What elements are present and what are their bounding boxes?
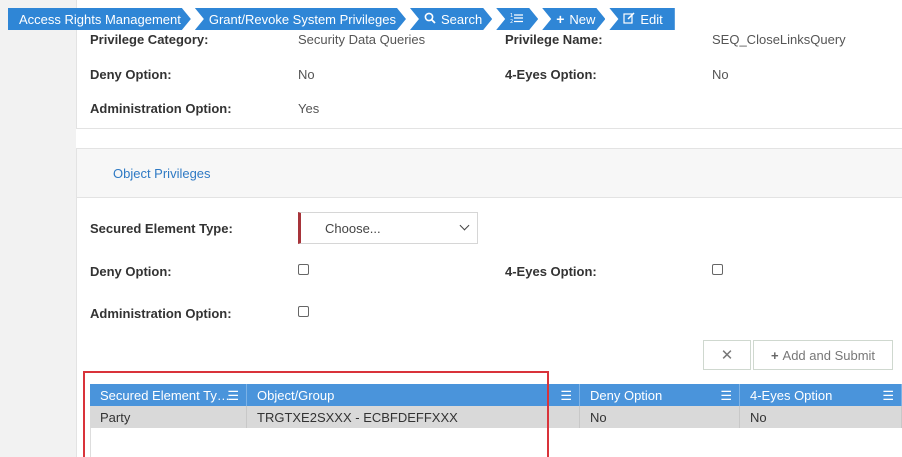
- breadcrumb-list[interactable]: 12: [496, 8, 538, 30]
- breadcrumb-new[interactable]: + New: [542, 8, 605, 30]
- table-cell: TRGTXE2SXXX - ECBFDEFFXXX: [247, 406, 580, 428]
- add-and-submit-label: Add and Submit: [782, 347, 876, 363]
- breadcrumb: Access Rights Management Grant/Revoke Sy…: [8, 8, 679, 30]
- object-privileges-title[interactable]: Object Privileges: [113, 166, 211, 181]
- four-eyes-option-checkbox[interactable]: [712, 264, 723, 275]
- panel-border: [76, 148, 77, 457]
- column-header-label: Deny Option: [590, 387, 663, 403]
- column-menu-icon[interactable]: ☰: [560, 388, 572, 404]
- table-cell: No: [580, 406, 740, 428]
- search-icon: [424, 12, 436, 27]
- privilege-category-value: Security Data Queries: [298, 32, 426, 47]
- four-eyes-option-value: No: [712, 67, 729, 82]
- table-cell: Party: [90, 406, 247, 428]
- column-header-secured-element-type[interactable]: Secured Element Ty… ☰: [90, 384, 247, 406]
- add-and-submit-button[interactable]: + Add and Submit: [753, 340, 893, 370]
- breadcrumb-label: Access Rights Management: [19, 11, 181, 27]
- breadcrumb-edit[interactable]: Edit: [609, 8, 675, 30]
- left-gutter: [0, 0, 76, 457]
- divider: [76, 128, 902, 129]
- breadcrumb-label: Grant/Revoke System Privileges: [208, 11, 396, 27]
- grid-empty-area: [90, 428, 902, 457]
- breadcrumb-label: Edit: [640, 11, 663, 27]
- column-header-four-eyes-option[interactable]: 4-Eyes Option ☰: [740, 384, 902, 406]
- secured-element-type-select[interactable]: Choose...: [298, 212, 478, 244]
- column-menu-icon[interactable]: ☰: [227, 388, 239, 404]
- privilege-name-label: Privilege Name:: [505, 32, 603, 47]
- administration-option-label: Administration Option:: [90, 101, 232, 116]
- breadcrumb-label: New: [569, 11, 596, 27]
- deny-option-checkbox[interactable]: [298, 264, 309, 275]
- svg-text:2: 2: [510, 19, 513, 24]
- column-header-object-group[interactable]: Object/Group ☰: [247, 384, 580, 406]
- privilege-category-label: Privilege Category:: [90, 32, 209, 47]
- deny-option-label: Deny Option:: [90, 67, 172, 82]
- plus-icon: +: [770, 347, 779, 363]
- chevron-down-icon: [459, 220, 470, 231]
- column-menu-icon[interactable]: ☰: [720, 388, 732, 404]
- administration-option-value: Yes: [298, 101, 320, 116]
- column-header-label: Object/Group: [257, 387, 335, 403]
- secured-element-type-label: Secured Element Type:: [90, 221, 233, 236]
- close-icon: ✕: [720, 347, 734, 364]
- column-header-label: Secured Element Ty…: [100, 387, 230, 403]
- column-header-deny-option[interactable]: Deny Option ☰: [580, 384, 740, 406]
- table-row[interactable]: Party TRGTXE2SXXX - ECBFDEFFXXX No No: [90, 406, 902, 428]
- breadcrumb-access-rights-management[interactable]: Access Rights Management: [8, 8, 191, 30]
- deny-option-input-label: Deny Option:: [90, 264, 172, 279]
- administration-option-input-label: Administration Option:: [90, 306, 232, 321]
- cancel-button[interactable]: ✕: [703, 340, 751, 370]
- list-icon: 12: [510, 12, 523, 27]
- table-cell: No: [740, 406, 902, 428]
- administration-option-checkbox[interactable]: [298, 306, 309, 317]
- breadcrumb-grant-revoke[interactable]: Grant/Revoke System Privileges: [195, 8, 406, 30]
- deny-option-value: No: [298, 67, 315, 82]
- four-eyes-option-input-label: 4-Eyes Option:: [505, 264, 597, 279]
- four-eyes-option-label: 4-Eyes Option:: [505, 67, 597, 82]
- privilege-name-value: SEQ_CloseLinksQuery: [712, 32, 846, 47]
- grid-header: Secured Element Ty… ☰ Object/Group ☰ Den…: [90, 384, 902, 406]
- plus-icon: +: [556, 11, 565, 27]
- edit-icon: [623, 11, 635, 27]
- column-menu-icon[interactable]: ☰: [882, 388, 894, 404]
- select-value: Choose...: [325, 220, 381, 236]
- column-header-label: 4-Eyes Option: [750, 387, 833, 403]
- breadcrumb-search[interactable]: Search: [410, 8, 492, 30]
- breadcrumb-label: Search: [440, 11, 483, 27]
